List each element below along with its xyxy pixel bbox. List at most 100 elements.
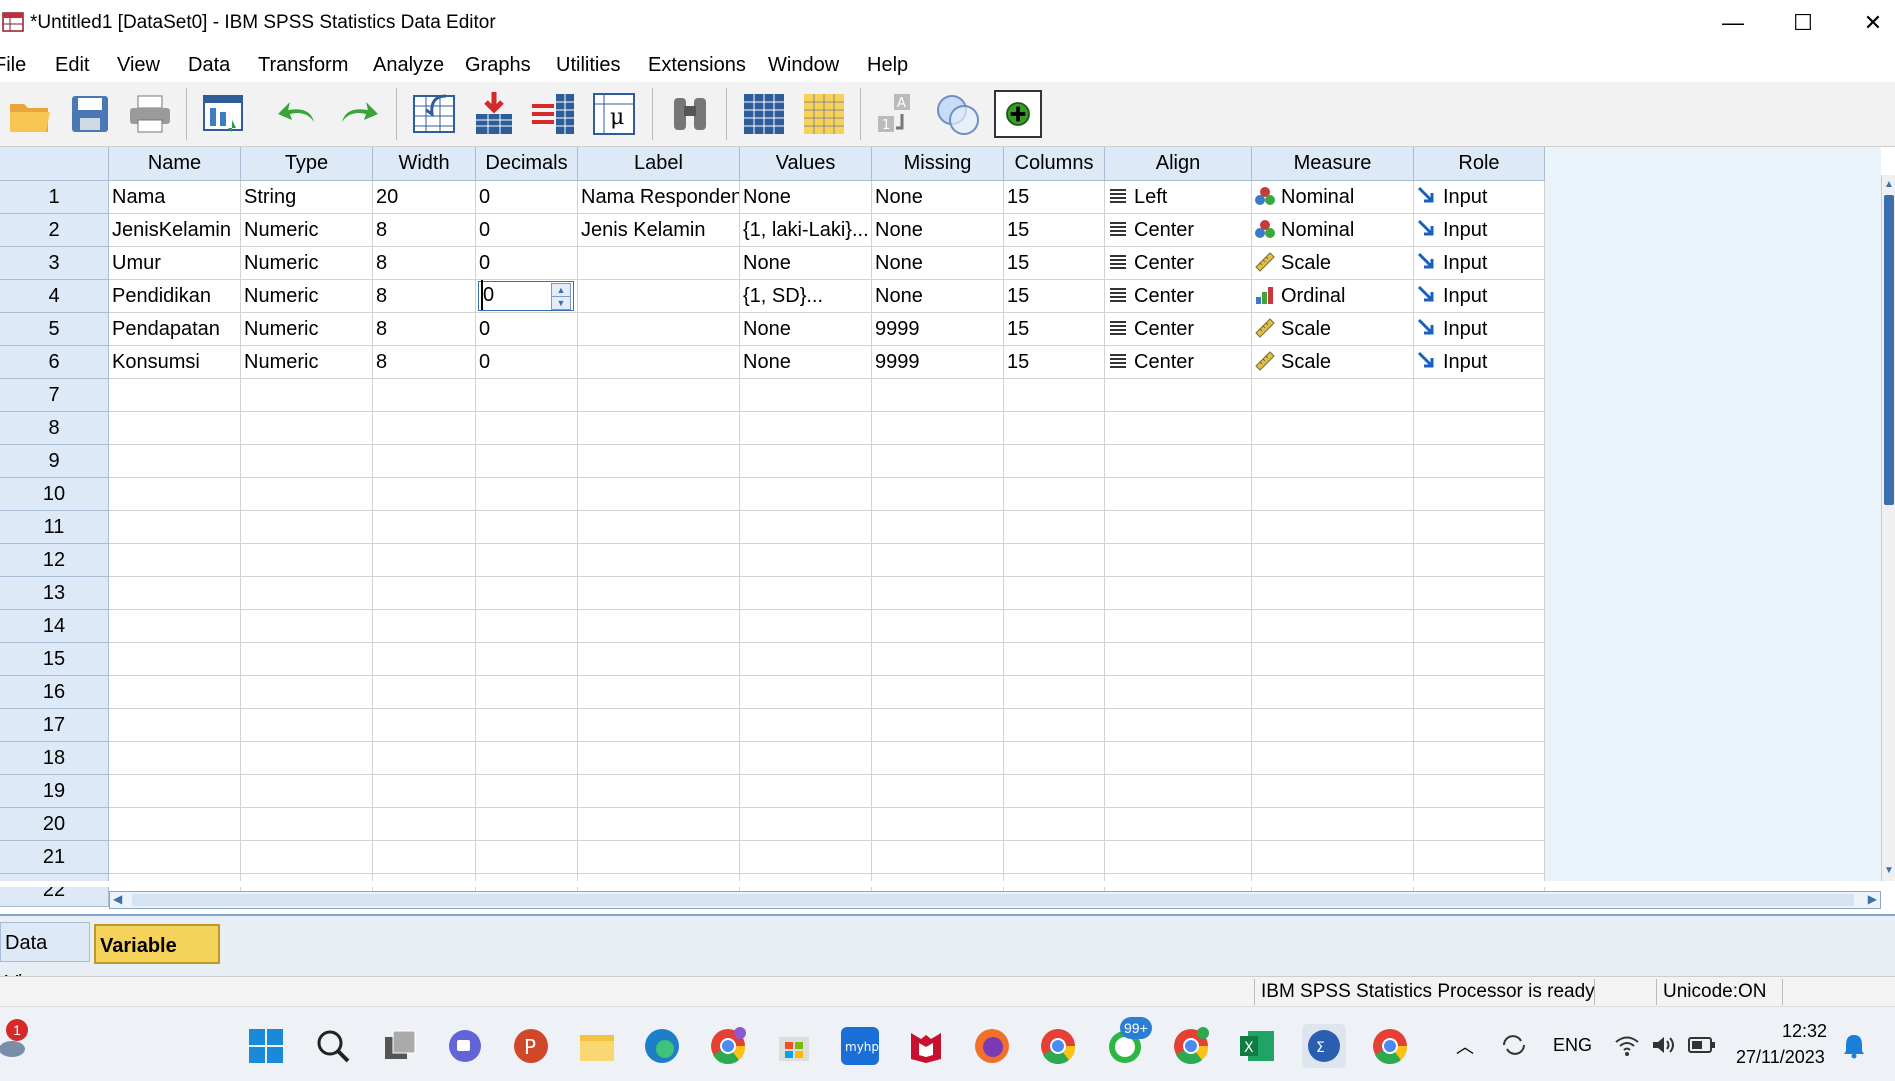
cell-name[interactable] — [109, 808, 241, 841]
scroll-right-arrow-icon[interactable]: ▶ — [1868, 892, 1877, 906]
cell-align[interactable]: Center — [1105, 247, 1252, 280]
volume-icon[interactable] — [1650, 1033, 1676, 1057]
cell-width[interactable] — [373, 643, 476, 676]
cell-align[interactable] — [1105, 577, 1252, 610]
cell-measure[interactable] — [1252, 511, 1414, 544]
cell-values[interactable]: None — [740, 346, 872, 379]
cell-align[interactable] — [1105, 742, 1252, 775]
cell-label[interactable] — [578, 808, 740, 841]
weather-icon[interactable]: 1 — [0, 1019, 30, 1061]
column-header-values[interactable]: Values — [740, 147, 872, 181]
cell-label[interactable] — [578, 313, 740, 346]
tray-chevron-up-icon[interactable]: ︿ — [1456, 1033, 1474, 1059]
cell-label[interactable] — [578, 247, 740, 280]
tab-data-view[interactable]: Data View — [0, 922, 90, 994]
insert-variable-icon[interactable] — [530, 90, 578, 138]
minimize-button[interactable]: — — [1698, 0, 1768, 46]
cell-width[interactable]: 8 — [373, 214, 476, 247]
cell-type[interactable] — [241, 775, 373, 808]
cell-role[interactable] — [1414, 511, 1545, 544]
row-number[interactable]: 11 — [0, 511, 109, 544]
cell-type[interactable] — [241, 511, 373, 544]
print-icon[interactable] — [126, 90, 174, 138]
scroll-left-arrow-icon[interactable]: ◀ — [113, 892, 122, 906]
cell-decimals[interactable] — [476, 577, 578, 610]
cell-type[interactable] — [241, 478, 373, 511]
save-icon[interactable] — [66, 90, 114, 138]
cell-missing[interactable] — [872, 478, 1004, 511]
cell-type[interactable]: Numeric — [241, 280, 373, 313]
cell-values[interactable] — [740, 808, 872, 841]
cell-type[interactable]: Numeric — [241, 247, 373, 280]
cell-measure[interactable] — [1252, 544, 1414, 577]
search-icon[interactable] — [314, 1027, 352, 1065]
cell-values[interactable] — [740, 676, 872, 709]
cell-values[interactable]: {1, SD}... — [740, 280, 872, 313]
cell-type[interactable] — [241, 808, 373, 841]
cell-name[interactable]: Konsumsi — [109, 346, 241, 379]
cell-missing[interactable] — [872, 709, 1004, 742]
undo-icon[interactable] — [274, 90, 322, 138]
cell-decimals[interactable]: 0 ▲ ▼ — [476, 280, 578, 313]
row-number[interactable]: 15 — [0, 643, 109, 676]
cell-type[interactable]: String — [241, 181, 373, 214]
horizontal-scrollbar[interactable]: ◀ ▶ — [109, 891, 1881, 909]
column-header-columns[interactable]: Columns — [1004, 147, 1105, 181]
cell-name[interactable] — [109, 709, 241, 742]
teams-chat-icon[interactable] — [446, 1027, 484, 1065]
cell-align[interactable] — [1105, 709, 1252, 742]
cell-measure[interactable] — [1252, 445, 1414, 478]
cell-values[interactable] — [740, 379, 872, 412]
cell-align[interactable]: Left — [1105, 181, 1252, 214]
grid-corner[interactable] — [0, 147, 109, 181]
cell-type[interactable] — [241, 841, 373, 874]
cell-role[interactable]: Input — [1414, 313, 1545, 346]
cell-columns[interactable]: 15 — [1004, 214, 1105, 247]
cell-label[interactable] — [578, 346, 740, 379]
cell-type[interactable] — [241, 379, 373, 412]
cell-role[interactable]: Input — [1414, 346, 1545, 379]
cell-role[interactable] — [1414, 676, 1545, 709]
cell-missing[interactable]: 9999 — [872, 313, 1004, 346]
scroll-down-arrow-icon[interactable]: ▼ — [1884, 865, 1894, 876]
cell-label[interactable] — [578, 775, 740, 808]
variables-icon[interactable]: μ — [590, 90, 638, 138]
cell-name[interactable]: Pendapatan — [109, 313, 241, 346]
clock-date[interactable]: 27/11/2023 — [1736, 1047, 1825, 1068]
battery-icon[interactable] — [1688, 1035, 1716, 1055]
cell-role[interactable]: Input — [1414, 247, 1545, 280]
column-header-missing[interactable]: Missing — [872, 147, 1004, 181]
cell-role[interactable] — [1414, 412, 1545, 445]
row-number[interactable]: 5 — [0, 313, 109, 346]
add-icon[interactable] — [994, 90, 1042, 138]
file-explorer-icon[interactable] — [578, 1027, 616, 1065]
redo-icon[interactable] — [334, 90, 382, 138]
cell-columns[interactable]: 15 — [1004, 247, 1105, 280]
cell-measure[interactable]: Nominal — [1252, 181, 1414, 214]
cell-values[interactable] — [740, 841, 872, 874]
cell-label[interactable] — [578, 610, 740, 643]
chrome-profile-v-icon[interactable] — [1172, 1027, 1210, 1065]
cell-width[interactable] — [373, 808, 476, 841]
cell-name[interactable] — [109, 643, 241, 676]
row-number[interactable]: 10 — [0, 478, 109, 511]
cell-type[interactable] — [241, 643, 373, 676]
cell-role[interactable] — [1414, 544, 1545, 577]
cell-measure[interactable] — [1252, 808, 1414, 841]
menu-graphs[interactable]: Graphs — [465, 54, 531, 77]
cell-values[interactable] — [740, 742, 872, 775]
cell-values[interactable] — [740, 412, 872, 445]
cell-measure[interactable] — [1252, 379, 1414, 412]
cell-align[interactable] — [1105, 775, 1252, 808]
cell-decimals[interactable] — [476, 775, 578, 808]
cell-measure[interactable] — [1252, 577, 1414, 610]
row-number[interactable]: 8 — [0, 412, 109, 445]
menu-edit[interactable]: Edit — [55, 54, 89, 77]
row-number[interactable]: 19 — [0, 775, 109, 808]
row-number[interactable]: 21 — [0, 841, 109, 874]
cell-measure[interactable] — [1252, 643, 1414, 676]
decimals-spin-editor[interactable]: 0 ▲ ▼ — [478, 280, 574, 311]
cell-columns[interactable] — [1004, 808, 1105, 841]
cell-columns[interactable] — [1004, 511, 1105, 544]
cell-width[interactable]: 8 — [373, 247, 476, 280]
